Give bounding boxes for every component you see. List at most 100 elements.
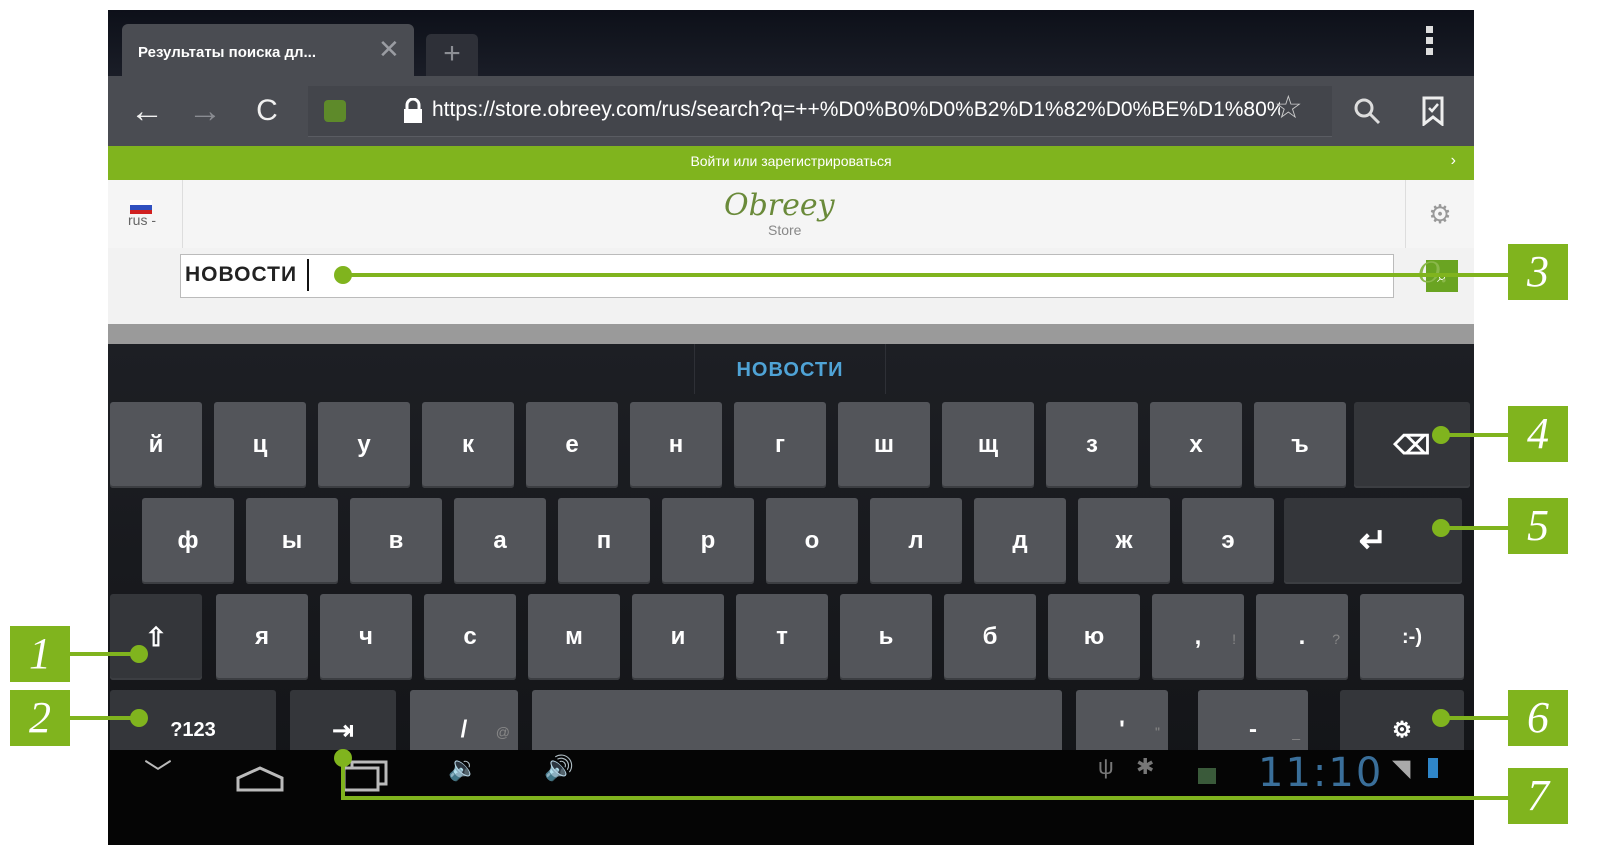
key-row1-4[interactable]: е: [526, 402, 618, 488]
site-settings-icon[interactable]: ⚙: [1405, 180, 1474, 248]
comma-key[interactable]: ,!: [1152, 594, 1244, 680]
key-row2-2[interactable]: в: [350, 498, 442, 584]
new-tab-button[interactable]: +: [426, 34, 478, 78]
key-row2-6-label: о: [804, 527, 820, 554]
keyboard-suggestion[interactable]: НОВОСТИ: [694, 344, 886, 394]
symbols-key-label: ?123: [170, 719, 216, 741]
status-clock[interactable]: 11:10: [1258, 750, 1383, 796]
smiley-key-label: :-): [1402, 626, 1422, 648]
key-row3-2-label: с: [463, 623, 477, 650]
key-row1-7[interactable]: ш: [838, 402, 930, 488]
key-row1-11-label: ъ: [1291, 431, 1309, 458]
banner-arrow-icon: ›: [1450, 152, 1456, 169]
callout-line-6: [1442, 716, 1508, 720]
login-banner-text: Войти или зарегистрироваться: [690, 153, 892, 169]
key-row3-8-label: ю: [1083, 623, 1105, 650]
key-row1-11[interactable]: ъ: [1254, 402, 1346, 488]
volume-up-icon[interactable]: 🔊: [544, 754, 574, 783]
key-row1-2[interactable]: у: [318, 402, 410, 488]
backspace-key[interactable]: ⌫: [1354, 402, 1470, 488]
tab-close-icon[interactable]: ✕: [378, 34, 400, 65]
tab-key-label: ⇥: [332, 715, 354, 745]
comma-key-label: ,: [1194, 623, 1202, 650]
key-row1-6[interactable]: г: [734, 402, 826, 488]
apostrophe-key-label: ': [1119, 716, 1125, 743]
key-row1-0-label: й: [148, 431, 164, 458]
key-row1-9[interactable]: з: [1046, 402, 1138, 488]
callout-line-5: [1442, 526, 1508, 530]
key-row2-5[interactable]: р: [662, 498, 754, 584]
period-key[interactable]: .?: [1256, 594, 1348, 680]
enter-key[interactable]: ↵: [1284, 498, 1462, 584]
smiley-key[interactable]: :-): [1360, 594, 1464, 680]
key-row1-5[interactable]: н: [630, 402, 722, 488]
home-icon[interactable]: [234, 764, 286, 794]
key-row3-2[interactable]: с: [424, 594, 516, 680]
language-selector[interactable]: rus -: [108, 180, 183, 248]
language-label: rus -: [128, 212, 156, 228]
overflow-menu-icon[interactable]: [1426, 26, 1434, 59]
key-row2-2-label: в: [388, 527, 404, 554]
key-row2-1-label: ы: [281, 527, 303, 554]
key-row3-4[interactable]: и: [632, 594, 724, 680]
key-row3-7[interactable]: б: [944, 594, 1036, 680]
key-row2-1[interactable]: ы: [246, 498, 338, 584]
address-bar[interactable]: https://store.obreey.com/rus/search?q=++…: [308, 86, 1332, 137]
key-row1-1[interactable]: ц: [214, 402, 306, 488]
key-row1-8[interactable]: щ: [942, 402, 1034, 488]
key-row1-9-label: з: [1086, 431, 1098, 458]
key-row2-6[interactable]: о: [766, 498, 858, 584]
login-banner[interactable]: Войти или зарегистрироваться ›: [108, 146, 1474, 180]
key-row3-0[interactable]: я: [216, 594, 308, 680]
android-tablet-screen: Результаты поиска дл... ✕ + ← → C https:…: [108, 10, 1474, 845]
forward-button[interactable]: →: [180, 76, 230, 146]
obreey-logo[interactable]: Obreey: [724, 188, 835, 223]
url-text[interactable]: https://store.obreey.com/rus/search?q=++…: [432, 98, 1280, 122]
hide-keyboard-icon[interactable]: ﹀: [144, 752, 172, 792]
key-row2-5-label: р: [700, 527, 716, 554]
key-row2-3[interactable]: а: [454, 498, 546, 584]
key-row2-10[interactable]: э: [1182, 498, 1274, 584]
debug-icon: ✱: [1136, 754, 1155, 779]
key-row3-8[interactable]: ю: [1048, 594, 1140, 680]
key-row3-4-label: и: [670, 623, 686, 650]
site-favicon-icon: [324, 100, 346, 122]
logo-subtitle: Store: [768, 222, 802, 238]
key-row2-8[interactable]: д: [974, 498, 1066, 584]
key-row3-6[interactable]: ь: [840, 594, 932, 680]
key-row2-7-label: л: [908, 527, 924, 554]
notification-icon: [1198, 768, 1216, 784]
volume-down-icon[interactable]: 🔉: [448, 754, 478, 783]
key-row2-4[interactable]: п: [558, 498, 650, 584]
key-row2-9[interactable]: ж: [1078, 498, 1170, 584]
callout-badge-1: 1: [10, 626, 70, 682]
key-row1-4-label: е: [565, 431, 579, 458]
back-button[interactable]: ←: [122, 76, 172, 146]
key-row1-10[interactable]: х: [1150, 402, 1242, 488]
key-row2-0[interactable]: ф: [142, 498, 234, 584]
key-row3-1-label: ч: [359, 623, 373, 650]
key-row1-3-label: к: [461, 431, 474, 458]
key-row3-5[interactable]: т: [736, 594, 828, 680]
shift-key[interactable]: ⇧: [110, 594, 202, 680]
key-row3-3[interactable]: м: [528, 594, 620, 680]
key-row2-7[interactable]: л: [870, 498, 962, 584]
callout-badge-7: 7: [1508, 768, 1568, 824]
key-row2-8-label: д: [1012, 527, 1028, 554]
search-icon[interactable]: [1352, 96, 1382, 126]
key-row1-3[interactable]: к: [422, 402, 514, 488]
callout-line-3: [342, 273, 1508, 277]
bookmarks-icon[interactable]: [1422, 96, 1444, 126]
key-row3-1[interactable]: ч: [320, 594, 412, 680]
browser-tab[interactable]: Результаты поиска дл... ✕: [122, 24, 414, 78]
key-row3-7-label: б: [982, 623, 998, 650]
key-row3-3-label: м: [565, 623, 583, 650]
reload-button[interactable]: C: [242, 76, 292, 146]
callout-line-7: [341, 796, 1508, 800]
key-row1-0[interactable]: й: [110, 402, 202, 488]
bookmark-star-icon[interactable]: ☆: [1274, 88, 1303, 126]
key-row1-8-label: щ: [977, 431, 999, 458]
callout-dot-1: [130, 645, 148, 663]
callout-dot-3: [334, 266, 352, 284]
callout-dot-6: [1432, 709, 1450, 727]
